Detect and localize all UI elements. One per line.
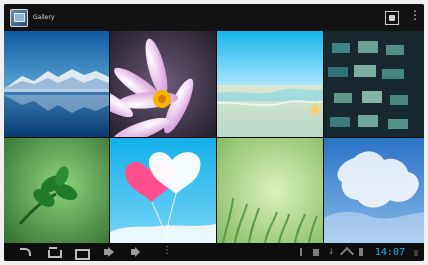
sd-card-icon bbox=[312, 248, 320, 256]
pink-flower-thumbnail[interactable] bbox=[110, 31, 216, 137]
grass-field-thumbnail[interactable] bbox=[217, 138, 323, 243]
blue-sky-clouds-thumbnail[interactable] bbox=[324, 138, 424, 243]
app-title: Gallery bbox=[33, 14, 55, 21]
back-icon[interactable] bbox=[18, 247, 32, 257]
beach-starfish-thumbnail[interactable] bbox=[217, 31, 323, 137]
heart-balloons-thumbnail[interactable] bbox=[110, 138, 216, 243]
mountain-lake-image bbox=[4, 31, 109, 137]
grass-field-image bbox=[217, 138, 323, 243]
screen: Gallery ⋮ ⋮ ↓ 14:07 bbox=[4, 4, 424, 261]
battery-icon bbox=[357, 248, 365, 256]
gallery-app-icon[interactable] bbox=[10, 8, 28, 27]
overflow-menu-icon[interactable] bbox=[409, 8, 421, 25]
signal-icon bbox=[412, 248, 420, 256]
heart-balloons-image bbox=[110, 138, 216, 243]
bokeh-lights-image bbox=[324, 31, 424, 137]
volume-up-icon[interactable] bbox=[130, 247, 144, 257]
menu-icon[interactable] bbox=[158, 245, 172, 257]
green-plant-image bbox=[4, 138, 109, 243]
system-navigation-bar: 14:07 bbox=[4, 243, 424, 261]
blue-sky-image bbox=[324, 138, 424, 243]
usb-icon bbox=[297, 248, 305, 256]
tablet-device: Gallery ⋮ ⋮ ↓ 14:07 bbox=[0, 0, 428, 265]
recent-apps-icon[interactable] bbox=[74, 247, 90, 260]
home-icon[interactable] bbox=[46, 247, 62, 258]
photo-grid bbox=[4, 31, 424, 243]
green-plant-thumbnail[interactable] bbox=[4, 138, 109, 243]
clock-time: 14:07 bbox=[374, 246, 405, 258]
beach-image bbox=[217, 31, 323, 137]
wifi-icon bbox=[342, 248, 350, 256]
volume-down-icon[interactable] bbox=[102, 247, 116, 257]
camera-icon[interactable] bbox=[385, 10, 399, 25]
action-bar: Gallery bbox=[4, 4, 424, 31]
download-icon bbox=[327, 247, 335, 256]
bokeh-lights-thumbnail[interactable] bbox=[324, 31, 424, 137]
status-area: 14:07 bbox=[290, 247, 420, 258]
pink-flower-image bbox=[110, 31, 216, 137]
mountain-lake-thumbnail[interactable] bbox=[4, 31, 109, 137]
